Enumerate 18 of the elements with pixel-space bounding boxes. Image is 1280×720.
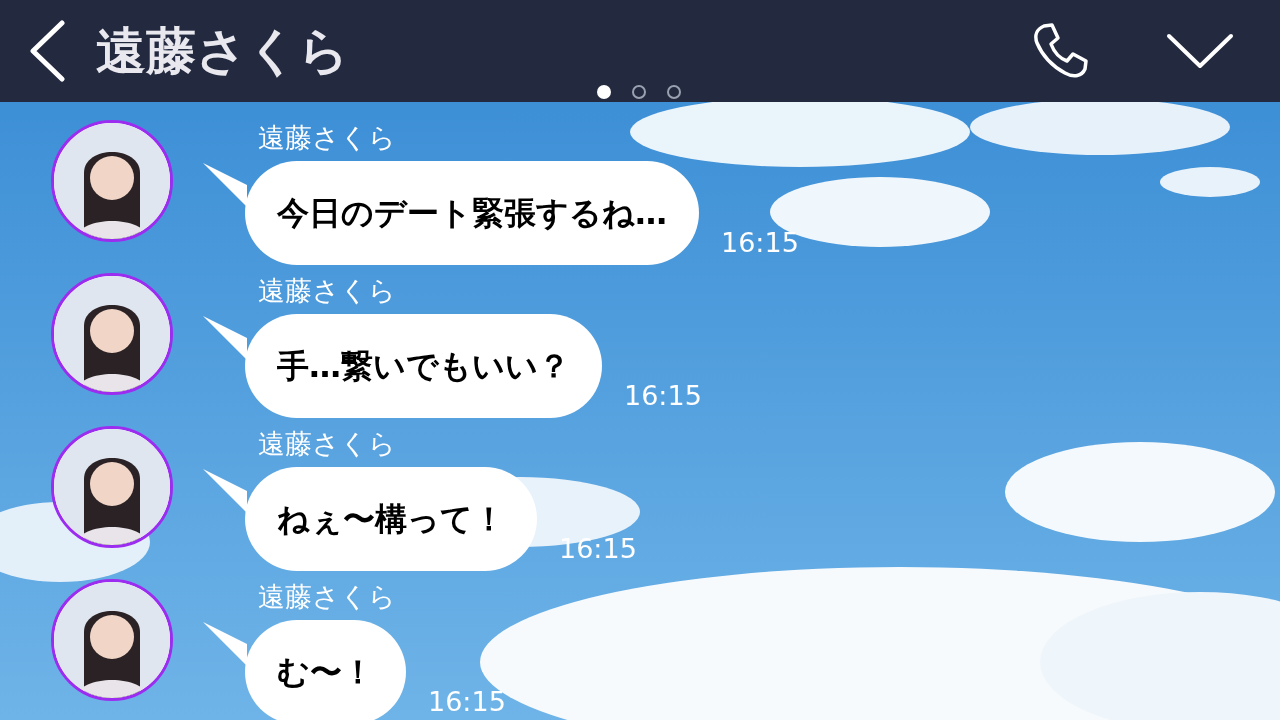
message-time: 16:15 <box>721 225 799 260</box>
message-time: 16:15 <box>624 378 702 413</box>
sender-name: 遠藤さくら <box>258 121 397 155</box>
speech-bubble-tail <box>202 622 247 666</box>
message-time: 16:15 <box>428 684 506 719</box>
message-bubble: 今日のデート緊張するね… <box>245 161 699 265</box>
message-time: 16:15 <box>559 531 637 566</box>
chevron-down-icon[interactable] <box>1166 32 1234 70</box>
message-bubble: 手…繋いでもいい？ <box>245 314 602 418</box>
chat-title: 遠藤さくら <box>96 26 349 76</box>
sender-name: 遠藤さくら <box>258 580 397 614</box>
message-bubble: ねぇ〜構って！ <box>245 467 537 571</box>
speech-bubble-tail <box>202 469 247 513</box>
sender-name: 遠藤さくら <box>258 274 397 308</box>
speech-bubble-tail <box>202 316 247 360</box>
speech-bubble-tail <box>202 163 247 207</box>
back-icon[interactable] <box>28 20 66 82</box>
sender-name: 遠藤さくら <box>258 427 397 461</box>
